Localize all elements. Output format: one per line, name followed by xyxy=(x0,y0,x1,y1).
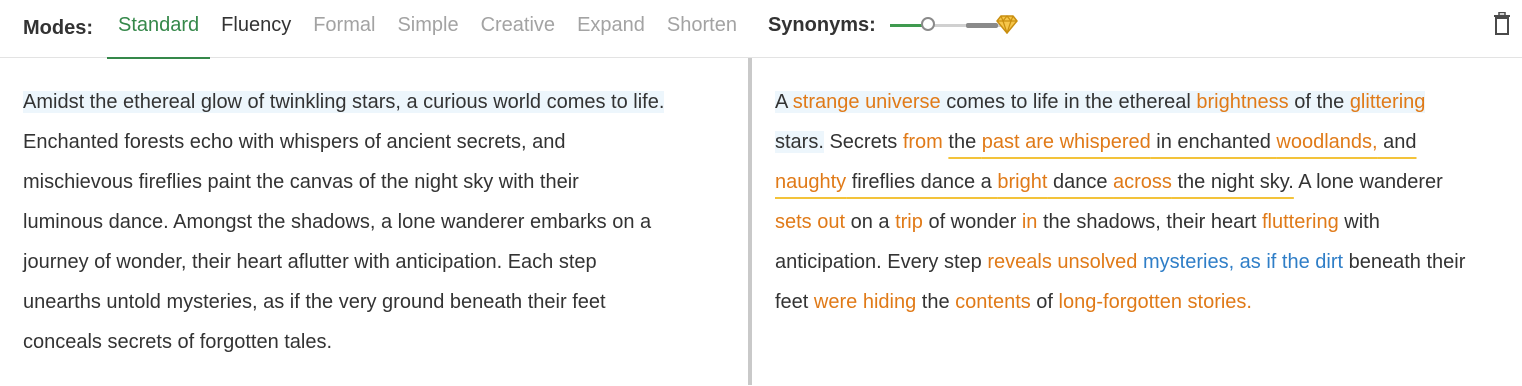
input-line: unearths untold mysteries, as if the ver… xyxy=(23,291,606,313)
tab-creative[interactable]: Creative xyxy=(470,0,566,58)
trash-icon[interactable] xyxy=(1492,12,1512,36)
changed-word[interactable]: naughty xyxy=(775,171,846,193)
tab-label: Expand xyxy=(577,13,645,36)
slider-thumb[interactable] xyxy=(920,16,935,31)
output-line: stars. Secrets from the past are whisper… xyxy=(775,122,1502,162)
modes-label: Modes: xyxy=(23,17,93,39)
output-segment: in enchanted xyxy=(1150,131,1277,153)
input-text[interactable]: Amidst the ethereal glow of twinkling st… xyxy=(23,82,708,362)
output-segment: the xyxy=(948,131,982,153)
output-segment: of xyxy=(1030,291,1059,313)
output-segment: comes to life in the ethereal xyxy=(940,91,1197,113)
output-segment: with xyxy=(1338,211,1380,233)
output-segment: and xyxy=(1377,131,1417,153)
output-segment: the xyxy=(916,291,956,313)
tab-label: Creative xyxy=(480,13,556,36)
changed-word[interactable]: fluttering xyxy=(1262,211,1339,233)
output-segment: of the xyxy=(1288,91,1350,113)
changed-word[interactable]: sets out xyxy=(775,211,845,233)
changed-word[interactable]: past are whispered xyxy=(982,131,1151,153)
highlighted-sentence: Amidst the ethereal glow of twinkling st… xyxy=(23,91,665,113)
output-segment: on a xyxy=(845,211,896,233)
changed-word[interactable]: in xyxy=(1022,211,1038,233)
output-segment: Secrets xyxy=(823,131,903,153)
changed-word[interactable]: long-forgotten stories. xyxy=(1059,291,1252,313)
output-text[interactable]: A strange universe comes to life in the … xyxy=(775,82,1502,322)
tab-label: Simple xyxy=(397,13,459,36)
input-line: Amidst the ethereal glow of twinkling st… xyxy=(23,82,708,122)
input-line: journey of wonder, their heart aflutter … xyxy=(23,251,597,273)
output-line: sets out on a trip of wonder in the shad… xyxy=(775,202,1502,242)
synonyms-slider[interactable] xyxy=(889,13,1018,37)
synonyms-label: Synonyms: xyxy=(767,13,876,36)
tab-label: Shorten xyxy=(666,13,737,36)
editor-panes: Amidst the ethereal glow of twinkling st… xyxy=(0,58,1522,385)
tab-label: Standard xyxy=(118,13,200,36)
input-pane[interactable]: Amidst the ethereal glow of twinkling st… xyxy=(0,58,748,385)
mode-tabs: Standard Fluency Formal Simple Creative … xyxy=(107,0,748,59)
input-line: conceals secrets of forgotten tales. xyxy=(23,331,333,353)
input-line: Enchanted forests echo with whispers of … xyxy=(23,131,566,153)
output-segment: dance xyxy=(1047,171,1114,193)
changed-word[interactable]: brightness xyxy=(1196,91,1289,113)
tab-label: Formal xyxy=(313,13,376,36)
output-line: anticipation. Every step reveals unsolve… xyxy=(775,242,1502,282)
output-pane[interactable]: A strange universe comes to life in the … xyxy=(752,58,1522,385)
changed-word[interactable]: from xyxy=(903,131,943,153)
output-segment: of wonder xyxy=(922,211,1022,233)
input-line: mischievous fireflies paint the canvas o… xyxy=(23,171,579,193)
output-segment: anticipation. Every step xyxy=(775,251,988,273)
output-line: naughty fireflies dance a bright dance a… xyxy=(775,162,1502,202)
output-segment: A lone wanderer xyxy=(1293,171,1443,193)
output-segment: the night sky. xyxy=(1171,171,1294,193)
output-segment: stars. xyxy=(775,131,824,153)
output-segment: fireflies dance a xyxy=(846,171,998,193)
output-segment: A xyxy=(775,91,793,113)
changed-word[interactable]: reveals unsolved xyxy=(987,251,1137,273)
tab-shorten[interactable]: Shorten xyxy=(656,0,748,58)
tab-simple[interactable]: Simple xyxy=(386,0,469,58)
output-segment: the shadows, their heart xyxy=(1037,211,1262,233)
output-line: A strange universe comes to life in the … xyxy=(775,82,1502,122)
output-segment: feet xyxy=(775,291,814,313)
tab-expand[interactable]: Expand xyxy=(566,0,656,58)
toolbar: Modes: Standard Fluency Formal Simple Cr… xyxy=(0,0,1522,59)
structural-change[interactable]: mysteries, as if the dirt xyxy=(1143,251,1343,273)
changed-word[interactable]: contents xyxy=(955,291,1031,313)
changed-word[interactable]: woodlands, xyxy=(1276,131,1377,153)
changed-word[interactable]: strange universe xyxy=(792,91,941,113)
tab-formal[interactable]: Formal xyxy=(302,0,386,58)
slider-locked-range xyxy=(965,22,998,28)
tab-standard[interactable]: Standard xyxy=(107,0,211,59)
changed-word[interactable]: across xyxy=(1113,171,1172,193)
diamond-icon[interactable] xyxy=(996,14,1018,34)
tab-fluency[interactable]: Fluency xyxy=(210,0,302,58)
changed-word[interactable]: trip xyxy=(895,211,923,233)
output-line: feet were hiding the contents of long-fo… xyxy=(775,282,1502,322)
tab-label: Fluency xyxy=(221,13,292,36)
changed-word[interactable]: glittering xyxy=(1349,91,1426,113)
changed-word[interactable]: were hiding xyxy=(814,291,916,313)
input-line: luminous dance. Amongst the shadows, a l… xyxy=(23,211,652,233)
changed-word[interactable]: bright xyxy=(997,171,1047,193)
output-segment: beneath their xyxy=(1343,251,1466,273)
